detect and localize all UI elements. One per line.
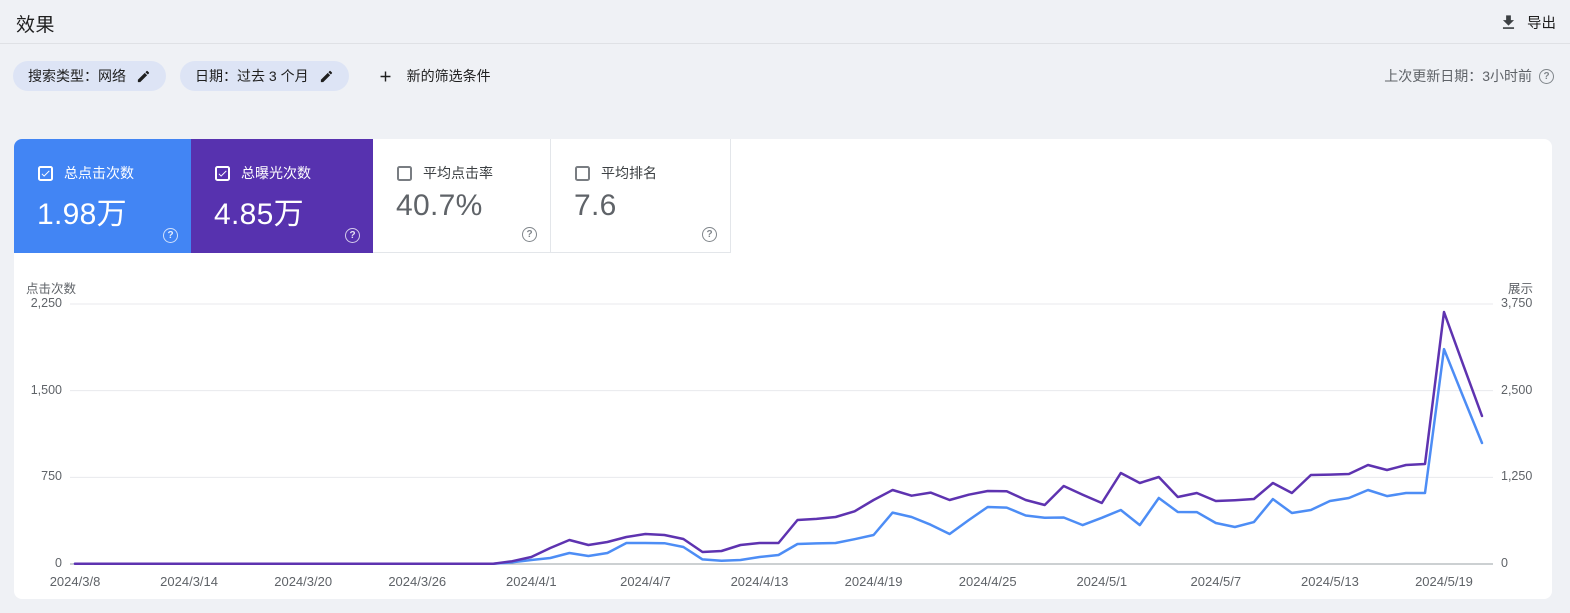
- metric-value: 1.98万: [37, 198, 127, 231]
- checkbox-unchecked-icon[interactable]: [575, 165, 590, 181]
- performance-page: 效果 导出 搜索类型：网络 日期：过去 3 个月 新的筛选条件 上次更新日期：3…: [0, 0, 1570, 613]
- right-axis-title: 展示: [1508, 282, 1534, 296]
- metric-value: 40.7%: [396, 189, 483, 222]
- x-axis-date-label: 2024/3/14: [160, 574, 218, 589]
- help-icon[interactable]: ?: [163, 228, 178, 243]
- right-axis-tick: 3,750: [1501, 296, 1533, 310]
- filter-chip-label: 搜索类型：网络: [28, 68, 126, 84]
- help-icon[interactable]: ?: [1539, 68, 1554, 84]
- download-icon: [1502, 14, 1515, 29]
- last-updated-status: 上次更新日期：3小时前 ?: [1384, 66, 1554, 86]
- metric-value: 4.85万: [214, 198, 304, 231]
- page-title: 效果: [16, 15, 56, 36]
- checkbox-checked-icon[interactable]: [215, 165, 230, 181]
- metric-label: 平均排名: [601, 165, 657, 181]
- x-axis-date-label: 2024/4/7: [620, 574, 671, 589]
- x-axis-date-label: 2024/5/1: [1076, 574, 1128, 589]
- checkbox-unchecked-icon[interactable]: [397, 165, 412, 181]
- left-axis-tick: 1,500: [30, 382, 62, 397]
- left-axis-title: 点击次数: [26, 282, 77, 296]
- right-axis-tick: 2,500: [1501, 382, 1533, 397]
- metric-value: 7.6: [574, 189, 617, 222]
- metric-label: 平均点击率: [423, 165, 493, 181]
- last-updated-text: 上次更新日期：3小时前: [1384, 68, 1532, 84]
- left-axis-tick: 0: [55, 556, 62, 570]
- x-axis-date-label: 2024/4/1: [506, 574, 557, 589]
- right-axis-tick: 1,250: [1501, 469, 1533, 484]
- help-icon[interactable]: ?: [345, 228, 360, 243]
- x-axis-date-label: 2024/4/13: [730, 574, 789, 589]
- export-label: 导出: [1527, 15, 1556, 32]
- edit-pencil-icon[interactable]: [319, 69, 334, 84]
- filter-chip-date[interactable]: 日期：过去 3 个月: [180, 61, 349, 91]
- page-header: 效果 导出: [0, 0, 1570, 44]
- metric-label: 总点击次数: [64, 165, 134, 181]
- help-icon[interactable]: ?: [522, 227, 537, 242]
- x-axis-date-label: 2024/5/13: [1301, 574, 1359, 589]
- x-axis-date-label: 2024/5/7: [1190, 574, 1242, 589]
- filter-bar: 搜索类型：网络 日期：过去 3 个月 新的筛选条件 上次更新日期：3小时前 ?: [13, 60, 1554, 92]
- metric-tile-average-position[interactable]: 平均排名 7.6 ?: [551, 139, 731, 253]
- x-axis-date-label: 2024/3/26: [388, 574, 447, 589]
- add-filter-button[interactable]: 新的筛选条件: [377, 66, 491, 86]
- metric-tile-total-impressions[interactable]: 总曝光次数 4.85万 ?: [191, 139, 373, 253]
- edit-pencil-icon[interactable]: [136, 69, 151, 84]
- add-filter-label: 新的筛选条件: [406, 68, 491, 84]
- metric-label: 总曝光次数: [241, 165, 311, 181]
- x-axis-date-label: 2024/3/20: [274, 574, 333, 589]
- checkbox-checked-icon[interactable]: [38, 165, 53, 181]
- filter-chip-search-type[interactable]: 搜索类型：网络: [13, 61, 166, 91]
- x-axis-date-label: 2024/4/25: [958, 574, 1017, 589]
- export-button[interactable]: 导出: [1499, 7, 1556, 37]
- x-axis-date-label: 2024/3/8: [49, 574, 101, 589]
- filter-chip-label: 日期：过去 3 个月: [195, 68, 309, 84]
- metric-tile-total-clicks[interactable]: 总点击次数 1.98万 ?: [14, 139, 191, 253]
- right-axis-tick: 0: [1501, 556, 1508, 570]
- left-axis-tick: 2,250: [30, 296, 62, 310]
- left-axis-tick: 750: [41, 469, 62, 484]
- x-axis-date-label: 2024/5/19: [1415, 574, 1473, 589]
- help-icon[interactable]: ?: [702, 227, 717, 242]
- plus-icon: [380, 71, 391, 81]
- metric-tile-average-ctr[interactable]: 平均点击率 40.7% ?: [373, 139, 551, 253]
- x-axis-date-label: 2024/4/19: [844, 574, 903, 589]
